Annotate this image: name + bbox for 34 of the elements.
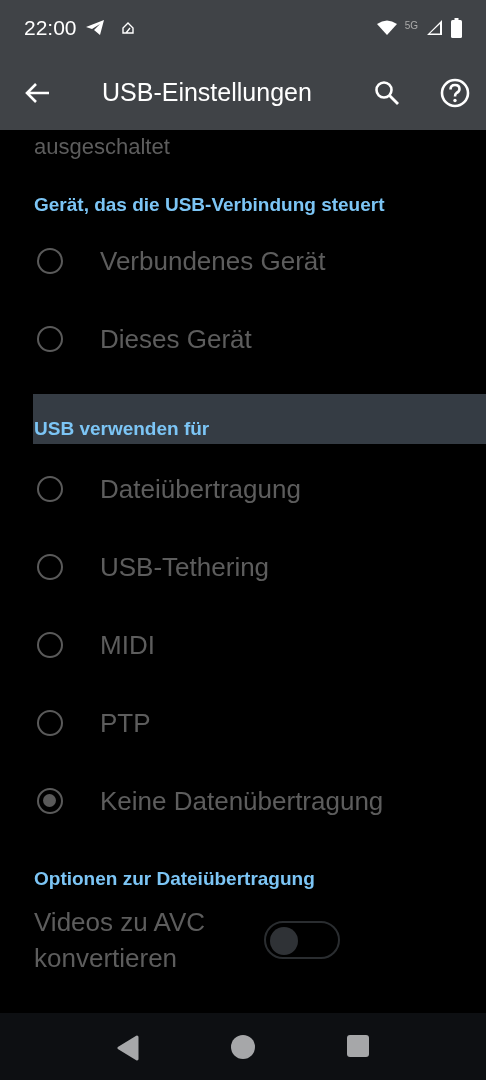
- radio-button[interactable]: [37, 554, 63, 580]
- clock: 22:00: [24, 14, 77, 41]
- recents-icon[interactable]: [347, 1035, 369, 1057]
- back-icon[interactable]: [117, 1035, 139, 1061]
- battery-icon: [451, 17, 462, 38]
- radio-button[interactable]: [37, 476, 63, 502]
- section-header: Optionen zur Dateiübertragung: [33, 867, 316, 890]
- wifi-icon: [376, 20, 397, 35]
- section-header: Gerät, das die USB-Verbindung steuert: [33, 193, 386, 216]
- help-icon[interactable]: [440, 77, 470, 108]
- option-label: Dateiübertragung: [100, 472, 301, 506]
- option-label: USB-Tethering: [100, 550, 270, 584]
- screen-title: USB-Einstellungen: [102, 76, 313, 108]
- radio-button[interactable]: [37, 326, 63, 352]
- setting-summary: ausgeschaltet: [34, 134, 171, 160]
- toggle-switch[interactable]: [264, 921, 340, 959]
- network-type: 5G: [404, 19, 418, 33]
- back-arrow-icon[interactable]: [24, 81, 50, 104]
- radio-button[interactable]: [37, 788, 63, 814]
- option-label: Verbundenes Gerät: [100, 244, 326, 278]
- radio-button[interactable]: [37, 632, 63, 658]
- radio-button[interactable]: [37, 248, 63, 274]
- option-label: Keine Datenübertragung: [100, 784, 384, 818]
- option-label: MIDI: [100, 628, 155, 662]
- highlighted-section-header: USB verwenden für: [33, 394, 486, 444]
- option-label: Dieses Gerät: [100, 322, 252, 356]
- home-icon[interactable]: [231, 1035, 255, 1059]
- signal-icon: [426, 19, 443, 36]
- setting-label: Videos zu AVC konvertieren: [34, 906, 207, 975]
- paper-plane-icon: [84, 19, 105, 36]
- radio-button[interactable]: [37, 710, 63, 736]
- search-icon[interactable]: [374, 79, 400, 106]
- house-icon: [120, 20, 135, 35]
- option-label: PTP: [100, 706, 151, 740]
